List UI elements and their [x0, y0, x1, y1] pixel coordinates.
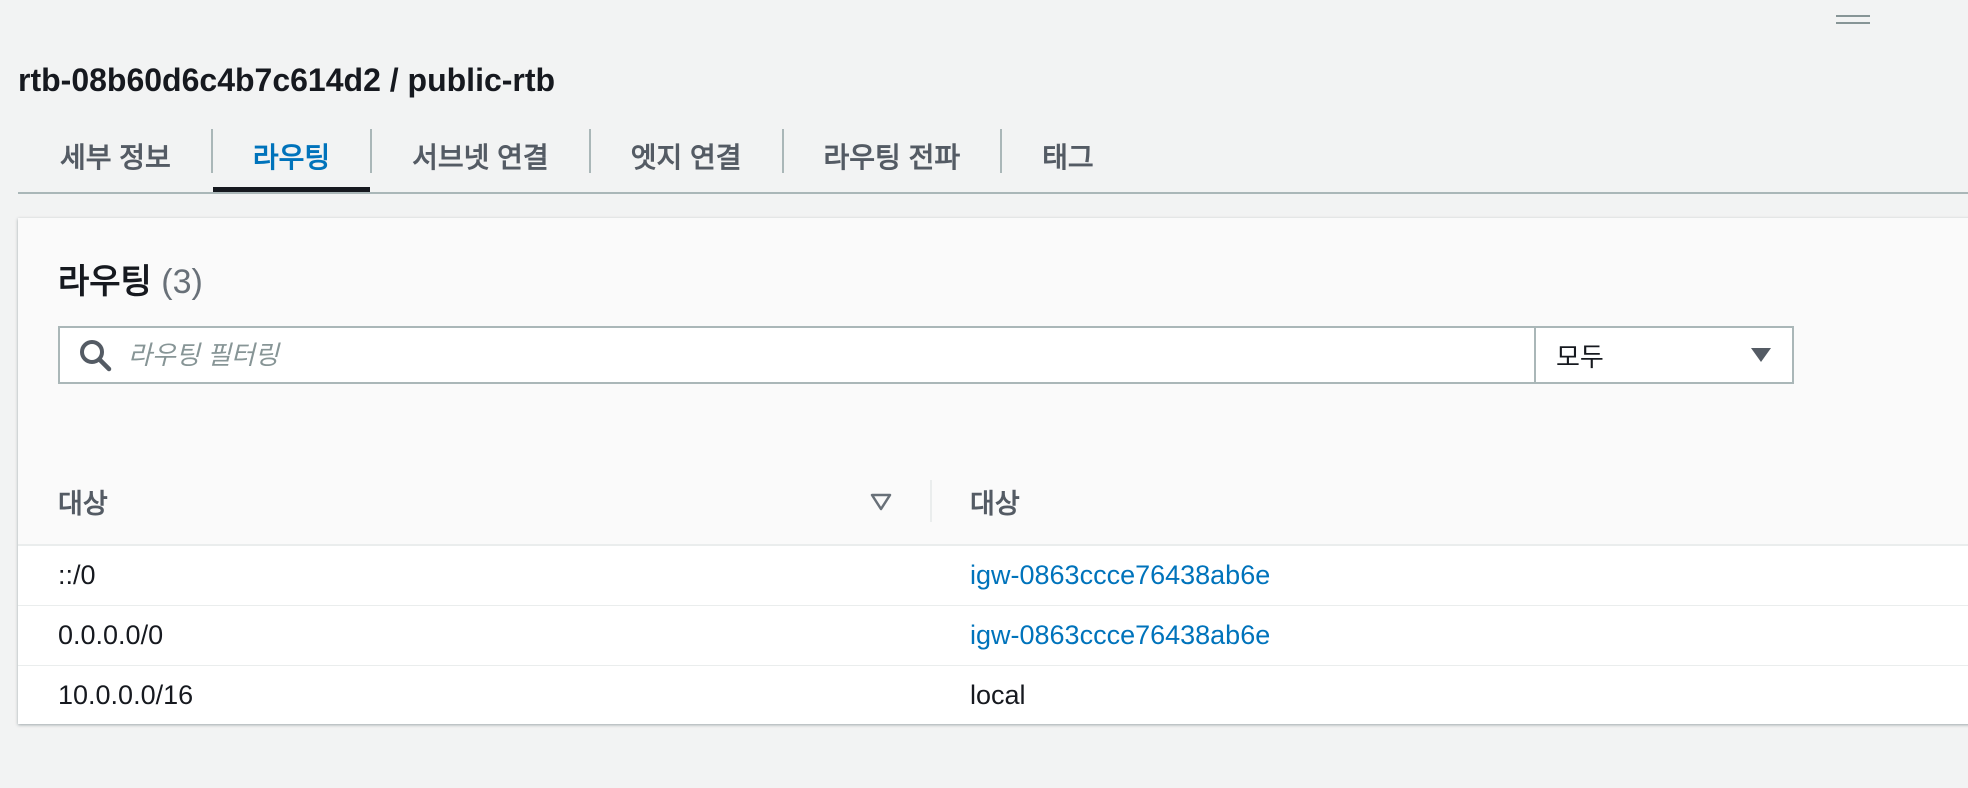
route-destination: 10.0.0.0/16 [58, 680, 194, 710]
route-filter-select-value: 모두 [1556, 341, 1604, 372]
column-divider[interactable] [930, 480, 932, 522]
caret-down-icon [1751, 348, 1771, 362]
tab-route-propagation[interactable]: 라우팅 전파 [784, 122, 1001, 190]
tab-edge-associations[interactable]: 엣지 연결 [591, 122, 782, 190]
route-destination: ::/0 [58, 560, 96, 590]
page-title: rtb-08b60d6c4b7c614d2 / public-rtb [18, 62, 556, 98]
table-row: 0.0.0.0/0 igw-0863ccce76438ab6e [18, 606, 1968, 666]
route-target: local [970, 680, 1026, 710]
panel-title: 라우팅 (3) [58, 254, 203, 303]
column-header-target[interactable]: 대상 [970, 458, 1020, 544]
route-destination: 0.0.0.0/0 [58, 620, 164, 650]
panel-resize-handle[interactable] [1836, 14, 1870, 24]
tab-subnet-associations[interactable]: 서브넷 연결 [372, 122, 589, 190]
routes-table-header: 대상 대상 [18, 458, 1968, 546]
tab-tags[interactable]: 태그 [1002, 122, 1134, 190]
route-target-link[interactable]: igw-0863ccce76438ab6e [970, 606, 1270, 665]
tab-bar: 세부 정보 라우팅 서브넷 연결 엣지 연결 라우팅 전파 태그 [18, 122, 1968, 194]
sort-descending-icon[interactable] [870, 493, 892, 511]
route-filter-select[interactable]: 모두 [1534, 326, 1794, 384]
table-row: 10.0.0.0/16 local [18, 666, 1968, 724]
tab-routes[interactable]: 라우팅 [212, 122, 371, 192]
column-header-destination[interactable]: 대상 [58, 458, 108, 544]
route-count: (3) [161, 263, 203, 301]
table-row: ::/0 igw-0863ccce76438ab6e [18, 546, 1968, 606]
panel-title-text: 라우팅 [58, 263, 152, 301]
route-filter-box[interactable] [58, 326, 1554, 384]
route-filter-input[interactable] [126, 329, 1552, 381]
tab-details[interactable]: 세부 정보 [18, 122, 211, 190]
routes-panel: 라우팅 (3) 모두 대상 대상 ::/0 igw-0863ccce76438a… [18, 218, 1968, 724]
search-icon [80, 340, 112, 372]
route-target-link[interactable]: igw-0863ccce76438ab6e [970, 546, 1270, 605]
routes-panel-header: 라우팅 (3) 모두 [18, 218, 1968, 459]
